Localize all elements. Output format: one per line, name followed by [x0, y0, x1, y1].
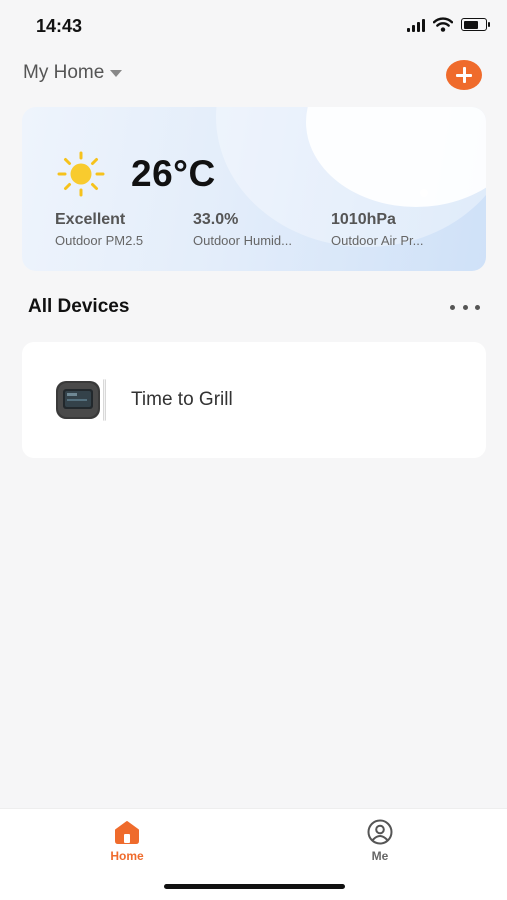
humidity-stat: 33.0% Outdoor Humid...	[193, 211, 292, 248]
device-card[interactable]: Time to Grill	[22, 342, 486, 458]
air-pressure-value: 1010hPa	[331, 211, 396, 228]
home-indicator	[164, 884, 345, 889]
weather-card[interactable]: 26°C Excellent Outdoor PM2.5 33.0% Outdo…	[22, 107, 486, 271]
air-pressure-label: Outdoor Air Pr...	[331, 233, 424, 248]
pm25-stat: Excellent Outdoor PM2.5	[55, 211, 143, 248]
pm25-value: Excellent	[55, 211, 126, 228]
humidity-value: 33.0%	[193, 211, 239, 228]
temperature: 26°C	[131, 153, 216, 194]
tab-home[interactable]: Home	[87, 819, 167, 863]
battery-icon	[461, 18, 490, 31]
status-icons	[407, 17, 490, 32]
air-pressure-stat: 1010hPa Outdoor Air Pr...	[331, 211, 424, 248]
tab-home-label: Home	[110, 849, 144, 863]
sun-icon	[57, 151, 105, 197]
home-name: My Home	[23, 62, 105, 83]
device-name: Time to Grill	[131, 389, 233, 410]
tab-me[interactable]: Me	[340, 819, 420, 863]
app-screen: 14:43 My Home 26°C Excellent Outdoor PM2…	[0, 0, 507, 900]
status-bar: 14:43	[0, 0, 507, 50]
caret-down-icon	[110, 70, 123, 77]
pm25-label: Outdoor PM2.5	[55, 233, 144, 248]
grill-thermometer-device-image	[56, 379, 106, 421]
section-title-all-devices: All Devices	[28, 296, 130, 317]
home-icon	[115, 821, 139, 844]
wifi-icon	[433, 17, 453, 32]
humidity-label: Outdoor Humid...	[193, 233, 292, 248]
home-selector[interactable]: My Home	[23, 62, 123, 84]
profile-icon	[367, 819, 393, 845]
status-time: 14:43	[36, 16, 83, 36]
tab-me-label: Me	[371, 849, 389, 863]
more-options-button[interactable]	[450, 300, 480, 314]
more-horizontal-icon	[450, 304, 455, 310]
add-device-button[interactable]	[446, 60, 482, 90]
cellular-signal-icon	[407, 18, 425, 32]
